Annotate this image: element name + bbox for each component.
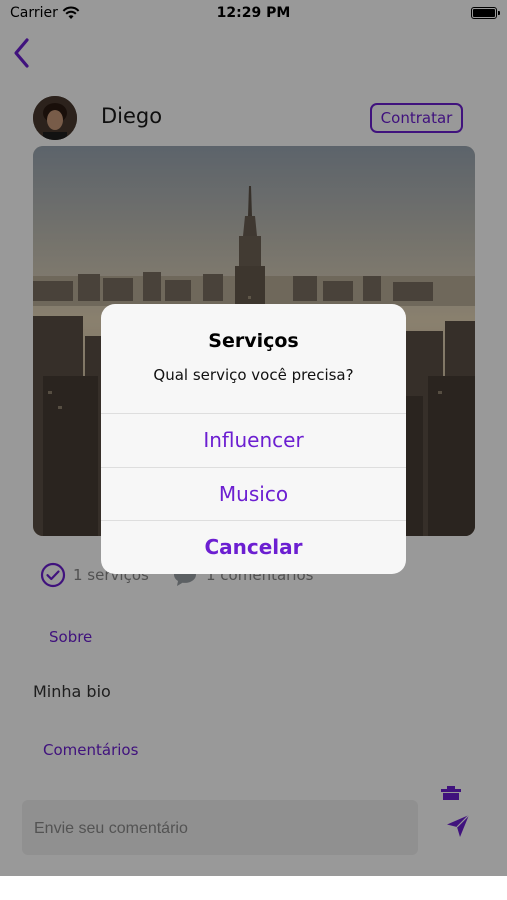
cancel-button[interactable]: Cancelar — [101, 520, 406, 574]
option-musico-button[interactable]: Musico — [101, 467, 406, 521]
option-influencer-button[interactable]: Influencer — [101, 413, 406, 467]
dialog-message: Qual serviço você precisa? — [153, 366, 354, 384]
profile-screen: Carrier 12:29 PM Diego Contratar 1 servi… — [0, 0, 507, 876]
dialog-title: Serviços — [208, 330, 299, 352]
services-dialog: Serviços Qual serviço você precisa? Infl… — [101, 304, 406, 574]
